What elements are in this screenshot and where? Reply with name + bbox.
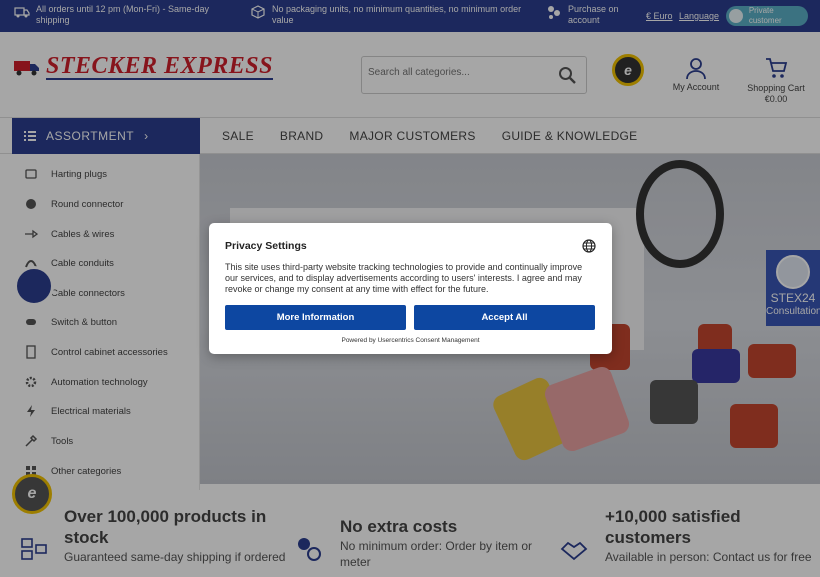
globe-icon[interactable] [582, 239, 596, 253]
accept-all-button[interactable]: Accept All [414, 305, 595, 330]
more-information-button[interactable]: More Information [225, 305, 406, 330]
powered-by-text[interactable]: Powered by Usercentrics Consent Manageme… [209, 337, 612, 344]
privacy-settings-dialog: Privacy Settings This site uses third-pa… [209, 223, 612, 354]
privacy-dialog-title: Privacy Settings [225, 240, 307, 252]
privacy-dialog-text: This site uses third-party website track… [225, 262, 583, 294]
